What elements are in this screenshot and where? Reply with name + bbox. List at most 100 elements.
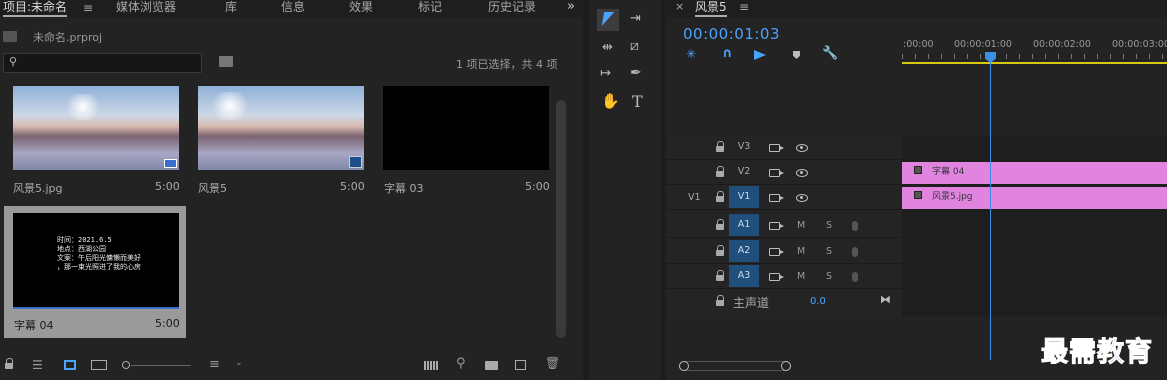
- track-v2: V2: [666, 161, 901, 185]
- mic-icon[interactable]: [852, 272, 858, 282]
- lock-icon[interactable]: [5, 358, 13, 369]
- snap-icon[interactable]: ✳: [686, 47, 696, 61]
- trash-icon[interactable]: 🗑: [545, 356, 560, 370]
- list-view-icon[interactable]: ☰: [32, 358, 43, 372]
- track-label[interactable]: V3: [729, 136, 759, 158]
- track-label[interactable]: V2: [729, 161, 759, 183]
- lock-icon[interactable]: [716, 219, 724, 232]
- item-name: 风景5: [198, 182, 227, 195]
- mute-button[interactable]: M: [797, 246, 805, 257]
- track-select-tool-icon[interactable]: ⇥: [630, 11, 641, 26]
- new-item-icon[interactable]: [515, 360, 526, 370]
- source-patch-v1[interactable]: V1: [688, 192, 701, 203]
- ruler-label: 00:00:02:00: [1033, 39, 1091, 50]
- lock-icon[interactable]: [716, 166, 724, 179]
- more-tabs-icon[interactable]: »: [567, 0, 575, 14]
- eye-icon[interactable]: [796, 144, 808, 152]
- freeform-view-icon[interactable]: [91, 360, 107, 370]
- track-label[interactable]: A1: [729, 214, 759, 236]
- tab-info[interactable]: 信息: [281, 0, 305, 15]
- hand-tool-icon[interactable]: ✋: [601, 92, 620, 110]
- automate-to-sequence-icon[interactable]: [424, 361, 438, 370]
- type-tool-icon[interactable]: T: [632, 92, 643, 111]
- tools-panel: ⇥ ⇹ ⧄ ↦ ✒ ✋ T: [589, 0, 661, 380]
- sync-lock-icon[interactable]: [769, 273, 784, 281]
- item-name: 字幕 04: [14, 319, 54, 332]
- thumbnail-scenery: [198, 86, 364, 170]
- solo-button[interactable]: S: [826, 271, 832, 282]
- project-file-name: 未命名.prproj: [33, 31, 103, 44]
- item-duration: 5:00: [155, 180, 180, 193]
- panel-menu-icon[interactable]: ≡: [83, 1, 93, 15]
- track-label[interactable]: V1: [729, 186, 759, 208]
- zoom-slider-track[interactable]: [131, 365, 191, 366]
- sync-lock-icon[interactable]: [769, 194, 784, 202]
- panel-menu-icon[interactable]: ≡: [739, 0, 749, 14]
- media-item-subtitle-03[interactable]: 字幕 03 5:00: [374, 86, 555, 201]
- sync-lock-icon[interactable]: [769, 248, 784, 256]
- lock-icon[interactable]: [716, 191, 724, 204]
- tab-sequence[interactable]: 风景5: [695, 0, 727, 17]
- track-label[interactable]: A2: [729, 240, 759, 262]
- go-to-in-out-icon[interactable]: ⧓: [880, 293, 891, 306]
- sync-lock-icon[interactable]: [769, 144, 784, 152]
- track-label[interactable]: A3: [729, 265, 759, 287]
- solo-button[interactable]: S: [826, 246, 832, 257]
- mic-icon[interactable]: [852, 221, 858, 231]
- item-name: 风景5.jpg: [13, 182, 63, 195]
- media-item-subtitle-04[interactable]: 时间：2021.6.5 地点：西湖公园 文案：午后阳光慵懒而美好 ，那一束光照进…: [4, 206, 186, 338]
- search-input[interactable]: ⚲: [3, 53, 202, 73]
- slip-tool-icon[interactable]: ↦: [600, 66, 611, 81]
- time-ruler[interactable]: :00:00 00:00:01:00 00:00:02:00 00:00:03:…: [902, 34, 1167, 64]
- find-icon[interactable]: ⚲: [456, 356, 466, 371]
- selection-status: 1 项已选择，共 4 项: [456, 58, 558, 71]
- solo-button[interactable]: S: [826, 220, 832, 231]
- media-item-scenery-jpg[interactable]: 风景5.jpg 5:00: [4, 86, 185, 201]
- master-volume[interactable]: 0.0: [810, 296, 826, 307]
- media-item-scenery-sequence[interactable]: 风景5 5:00: [189, 86, 370, 201]
- tab-media-browser[interactable]: 媒体浏览器: [116, 0, 176, 15]
- new-bin-icon[interactable]: [485, 361, 498, 370]
- tab-markers[interactable]: 标记: [418, 0, 442, 15]
- vertical-scrollbar[interactable]: [556, 100, 566, 338]
- selection-tool-icon[interactable]: [597, 9, 619, 31]
- lock-icon[interactable]: [716, 270, 724, 283]
- tab-history[interactable]: 历史记录: [488, 0, 536, 15]
- watermark-logo: 最需教育: [1041, 337, 1153, 369]
- mute-button[interactable]: M: [797, 220, 805, 231]
- track-v3: V3: [666, 136, 901, 160]
- tab-effects[interactable]: 效果: [349, 0, 373, 15]
- timecode-display[interactable]: 00:00:01:03: [683, 25, 780, 43]
- eye-icon[interactable]: [796, 169, 808, 177]
- clip-name: 风景5.jpg: [932, 192, 973, 202]
- razor-tool-icon[interactable]: ⧄: [630, 38, 639, 54]
- zoom-slider-knob[interactable]: [122, 361, 130, 369]
- ripple-edit-tool-icon[interactable]: ⇹: [602, 40, 613, 55]
- new-bin-icon[interactable]: [219, 56, 233, 67]
- pen-tool-icon[interactable]: ✒: [630, 65, 642, 81]
- lock-icon[interactable]: [716, 295, 724, 308]
- tab-project[interactable]: 项目:未命名: [3, 0, 68, 17]
- mute-button[interactable]: M: [797, 271, 805, 282]
- tab-libraries[interactable]: 库: [225, 0, 237, 15]
- clip-subtitle-04[interactable]: 字幕 04: [902, 162, 1167, 184]
- sync-lock-icon[interactable]: [769, 169, 784, 177]
- marker-icon[interactable]: [793, 51, 800, 59]
- clip-scenery-jpg[interactable]: 风景5.jpg: [902, 187, 1167, 209]
- linked-selection-icon[interactable]: ∩: [722, 46, 733, 61]
- horizontal-scrollbar[interactable]: [679, 361, 791, 371]
- close-tab-icon[interactable]: ×: [675, 0, 684, 13]
- clip-fx-icon: [914, 166, 922, 174]
- sync-lock-icon[interactable]: [769, 222, 784, 230]
- eye-icon[interactable]: [796, 194, 808, 202]
- lock-icon[interactable]: [716, 141, 724, 154]
- lock-icon[interactable]: [716, 245, 724, 258]
- icon-view-icon[interactable]: [64, 360, 76, 370]
- project-panel: 项目:未命名 ≡ 媒体浏览器 库 信息 效果 标记 历史记录 » 未命名.prp…: [0, 0, 583, 380]
- chevron-down-icon[interactable]: ⌄: [235, 358, 243, 368]
- clip-fx-icon: [914, 191, 922, 199]
- sort-icon[interactable]: ≡: [209, 357, 220, 372]
- wrench-icon[interactable]: 🔧: [822, 46, 838, 61]
- mic-icon[interactable]: [852, 247, 858, 257]
- add-marker-icon[interactable]: [754, 50, 766, 60]
